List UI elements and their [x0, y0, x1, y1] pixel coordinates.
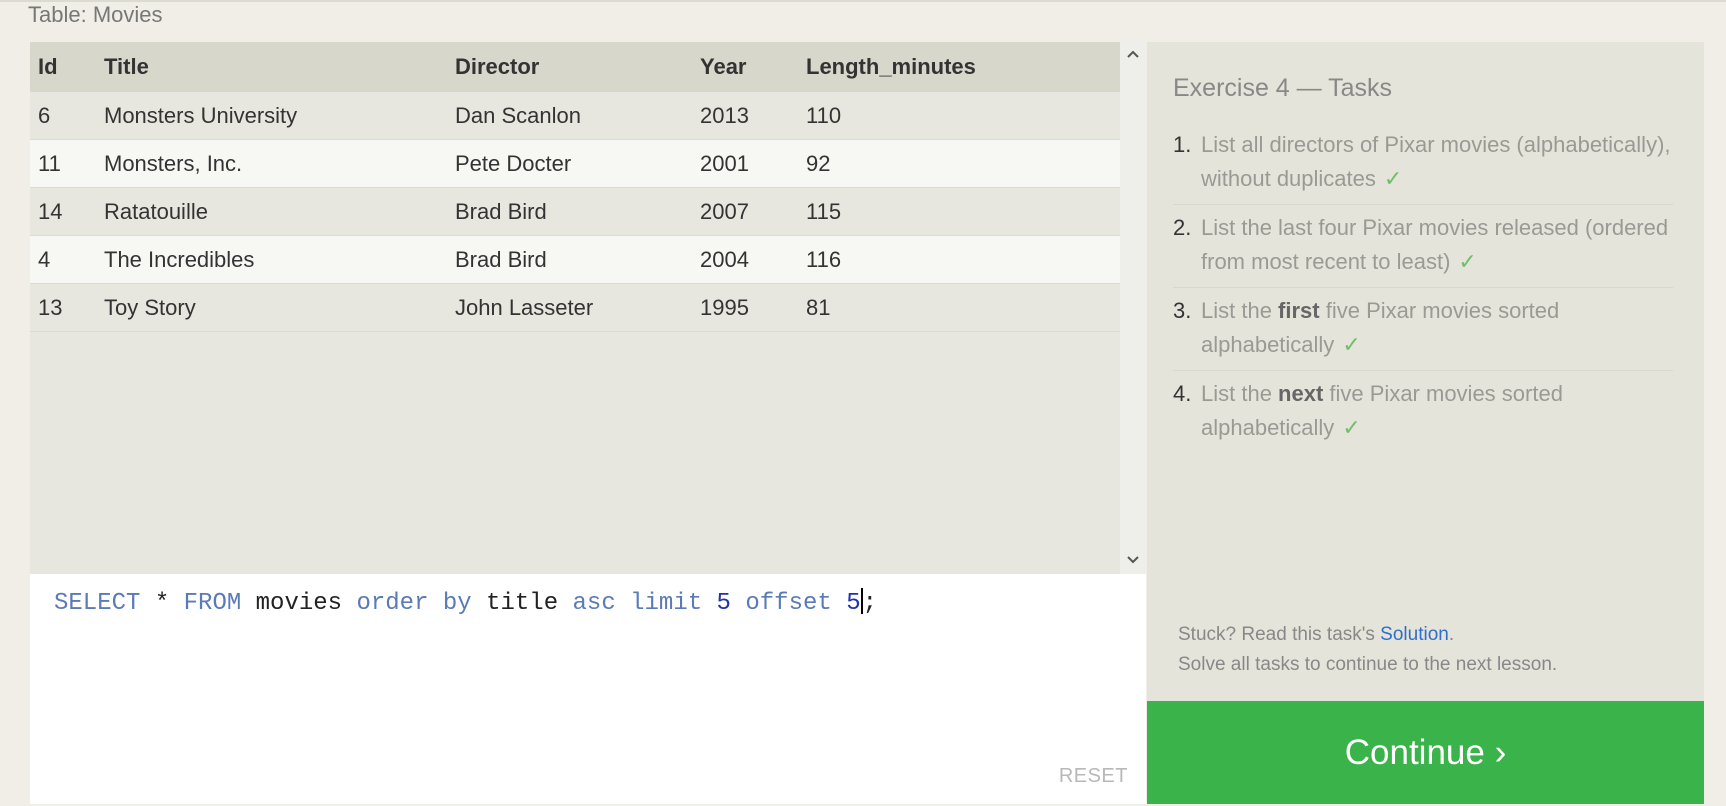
scroll-up-icon[interactable]: [1120, 44, 1146, 66]
cell-id: 4: [30, 235, 104, 284]
check-icon: ✓: [1342, 332, 1361, 357]
cell-director: John Lasseter: [455, 283, 700, 332]
cell-year: 2013: [700, 92, 806, 140]
code-token: SELECT: [54, 590, 141, 617]
table-row: 13 Toy Story John Lasseter 1995 81: [30, 283, 1120, 332]
table-row: 11 Monsters, Inc. Pete Docter 2001 92: [30, 139, 1120, 188]
code-token: FROM: [183, 590, 242, 617]
cell-length-minutes: 92: [806, 139, 1120, 188]
results-panel: Id Title Director Year Length_minutes 6 …: [30, 42, 1146, 574]
table-row: 14 Ratatouille Brad Bird 2007 115: [30, 187, 1120, 236]
task-item: 1. List all directors of Pixar movies (a…: [1173, 122, 1673, 205]
reset-button[interactable]: RESET: [1059, 765, 1128, 788]
check-icon: ✓: [1383, 166, 1403, 191]
task-text: List the: [1201, 298, 1279, 323]
continue-button[interactable]: Continue ›: [1147, 701, 1704, 804]
cell-length-minutes: 81: [806, 283, 1120, 332]
cell-title: The Incredibles: [104, 235, 455, 284]
code-token: movies: [241, 590, 357, 617]
cell-length-minutes: 115: [806, 187, 1120, 236]
code-token: 5: [846, 590, 861, 617]
sql-query-text[interactable]: SELECT * FROM movies order by title asc …: [54, 588, 877, 617]
check-icon: ✓: [1342, 415, 1361, 440]
cell-director: Brad Bird: [455, 235, 700, 284]
task-text: List the last four Pixar movies released…: [1201, 215, 1669, 274]
task-emphasis: next: [1278, 381, 1324, 406]
cell-id: 13: [30, 283, 104, 332]
table-caption: Table: Movies: [28, 2, 163, 27]
cell-length-minutes: 116: [806, 235, 1120, 284]
table-row: 6 Monsters University Dan Scanlon 2013 1…: [30, 92, 1120, 140]
task-item: 4. List the next five Pixar movies sorte…: [1173, 371, 1673, 453]
cell-year: 2004: [700, 235, 806, 284]
check-icon: ✓: [1458, 249, 1477, 274]
cell-title: Ratatouille: [104, 187, 455, 236]
cell-title: Toy Story: [104, 283, 455, 332]
cell-director: Brad Bird: [455, 187, 700, 236]
code-token: order by: [356, 590, 472, 617]
cell-id: 6: [30, 92, 104, 140]
scroll-down-icon[interactable]: [1120, 550, 1146, 572]
cell-year: 2001: [700, 139, 806, 188]
code-token: offset: [745, 590, 832, 617]
cell-length-minutes: 110: [806, 92, 1120, 140]
code-token: title: [471, 590, 573, 617]
stuck-hint: Stuck? Read this task's Solution. Solve …: [1178, 620, 1557, 680]
cell-title: Monsters University: [104, 92, 455, 140]
column-header-year: Year: [700, 42, 806, 92]
task-text: List all directors of Pixar movies (alph…: [1201, 132, 1671, 191]
code-token: *: [140, 590, 184, 617]
cell-director: Pete Docter: [455, 139, 700, 188]
cell-title: Monsters, Inc.: [104, 139, 455, 188]
cell-id: 11: [30, 139, 104, 188]
tasks-panel: Exercise 4 — Tasks 1. List all directors…: [1147, 42, 1704, 701]
table-header-row: Id Title Director Year Length_minutes: [30, 42, 1120, 92]
movies-table: Id Title Director Year Length_minutes 6 …: [30, 42, 1120, 332]
code-token: 5: [716, 590, 731, 617]
table-scrollbar[interactable]: [1120, 42, 1146, 574]
task-number: 4.: [1173, 381, 1192, 406]
column-header-director: Director: [455, 42, 700, 92]
solve-all-text: Solve all tasks to continue to the next …: [1178, 654, 1558, 675]
cell-director: Dan Scanlon: [455, 92, 700, 140]
table-row: 4 The Incredibles Brad Bird 2004 116: [30, 235, 1120, 284]
sql-editor[interactable]: SELECT * FROM movies order by title asc …: [30, 574, 1146, 804]
task-item: 3. List the first five Pixar movies sort…: [1173, 288, 1673, 371]
solution-link[interactable]: Solution: [1380, 624, 1449, 645]
cell-id: 14: [30, 187, 104, 236]
task-number: 1.: [1173, 132, 1192, 157]
column-header-title: Title: [104, 42, 455, 92]
task-number: 2.: [1173, 215, 1192, 240]
task-list: 1. List all directors of Pixar movies (a…: [1173, 122, 1673, 453]
code-token: ;: [862, 590, 877, 617]
task-text: List the: [1201, 381, 1279, 406]
task-item: 2. List the last four Pixar movies relea…: [1173, 205, 1673, 288]
task-number: 3.: [1173, 298, 1192, 323]
results-table-area: Id Title Director Year Length_minutes 6 …: [30, 42, 1120, 574]
column-header-length-minutes: Length_minutes: [806, 42, 1120, 92]
cell-year: 1995: [700, 283, 806, 332]
task-emphasis: first: [1278, 298, 1320, 323]
stuck-text-end: .: [1448, 624, 1455, 645]
tasks-title: Exercise 4 — Tasks: [1173, 74, 1393, 102]
code-token: asc limit: [572, 590, 703, 617]
cell-year: 2007: [700, 187, 806, 236]
column-header-id: Id: [30, 42, 104, 92]
top-divider: [0, 0, 1726, 2]
stuck-text: Stuck? Read this task's: [1178, 624, 1381, 645]
